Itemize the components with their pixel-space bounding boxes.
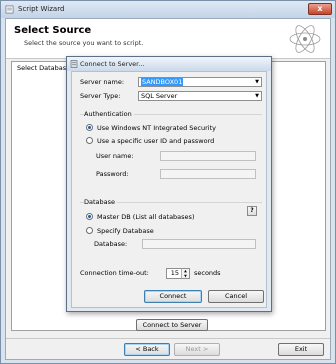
dialog-title: Connect to Server... — [80, 60, 145, 68]
back-button[interactable]: < Back — [124, 343, 170, 356]
database-group-title: Database — [84, 198, 118, 206]
timeout-label: Connection time-out: — [80, 269, 149, 277]
wizard-header: Select Source Select the source you want… — [6, 19, 330, 59]
authentication-group-title: Authentication — [84, 110, 134, 118]
connect-button[interactable]: Connect — [144, 290, 202, 303]
window-close-button[interactable]: x — [308, 3, 332, 15]
dialog-titlebar[interactable]: Connect to Server... — [67, 57, 271, 71]
user-name-field[interactable] — [160, 151, 256, 161]
specify-database-label[interactable]: Specify Database — [97, 227, 154, 235]
window-titlebar[interactable]: Script Wizard x — [1, 1, 335, 18]
specific-user-label[interactable]: Use a specific user ID and password — [97, 137, 214, 145]
cancel-button[interactable]: Cancel — [208, 290, 264, 303]
page-subtitle: Select the source you want to script. — [24, 39, 144, 47]
specific-user-radio[interactable] — [86, 137, 93, 144]
next-button[interactable]: Next > — [174, 343, 220, 356]
timeout-unit-label: seconds — [194, 269, 221, 277]
exit-button[interactable]: Exit — [278, 343, 324, 356]
atom-icon — [289, 25, 321, 53]
server-type-value: SQL Server — [141, 92, 178, 100]
help-icon[interactable]: ? — [247, 206, 257, 216]
chevron-down-icon: ▼ — [255, 79, 259, 85]
page-title: Select Source — [14, 25, 92, 36]
server-type-combo[interactable]: SQL Server ▼ — [138, 91, 262, 101]
spinner-arrows-icon[interactable]: ▲ ▼ — [181, 269, 189, 278]
window-title: Script Wizard — [18, 5, 65, 13]
password-label: Password: — [96, 170, 129, 178]
master-db-radio[interactable] — [86, 213, 93, 220]
user-name-label: User name: — [96, 152, 134, 160]
timeout-value: 15 — [170, 269, 179, 277]
specify-database-radio[interactable] — [86, 227, 93, 234]
server-name-combo[interactable]: SANDBOX01 ▼ — [138, 77, 262, 87]
server-name-value: SANDBOX01 — [141, 78, 184, 86]
chevron-down-icon: ▼ — [255, 93, 259, 99]
windows-auth-radio[interactable] — [86, 124, 93, 131]
select-database-label: Select Database — [17, 64, 71, 72]
timeout-spinner[interactable]: 15 ▲ ▼ — [166, 268, 190, 279]
server-name-label: Server name: — [80, 78, 125, 86]
password-field[interactable] — [160, 169, 256, 179]
footer-divider — [6, 338, 330, 339]
database-label: Database: — [94, 240, 128, 248]
database-field[interactable] — [142, 239, 256, 249]
server-type-label: Server Type: — [80, 92, 121, 100]
dialog-client-area: Server name: SANDBOX01 ▼ Server Type: SQ… — [71, 71, 267, 308]
app-icon — [5, 5, 14, 14]
master-db-label[interactable]: Master DB (List all databases) — [97, 213, 194, 221]
connect-to-server-dialog: Connect to Server... Server name: SANDBO… — [66, 56, 272, 312]
connect-to-server-button[interactable]: Connect to Server — [136, 319, 208, 331]
server-icon — [70, 60, 78, 68]
windows-auth-label[interactable]: Use Windows NT Integrated Security — [97, 124, 216, 132]
